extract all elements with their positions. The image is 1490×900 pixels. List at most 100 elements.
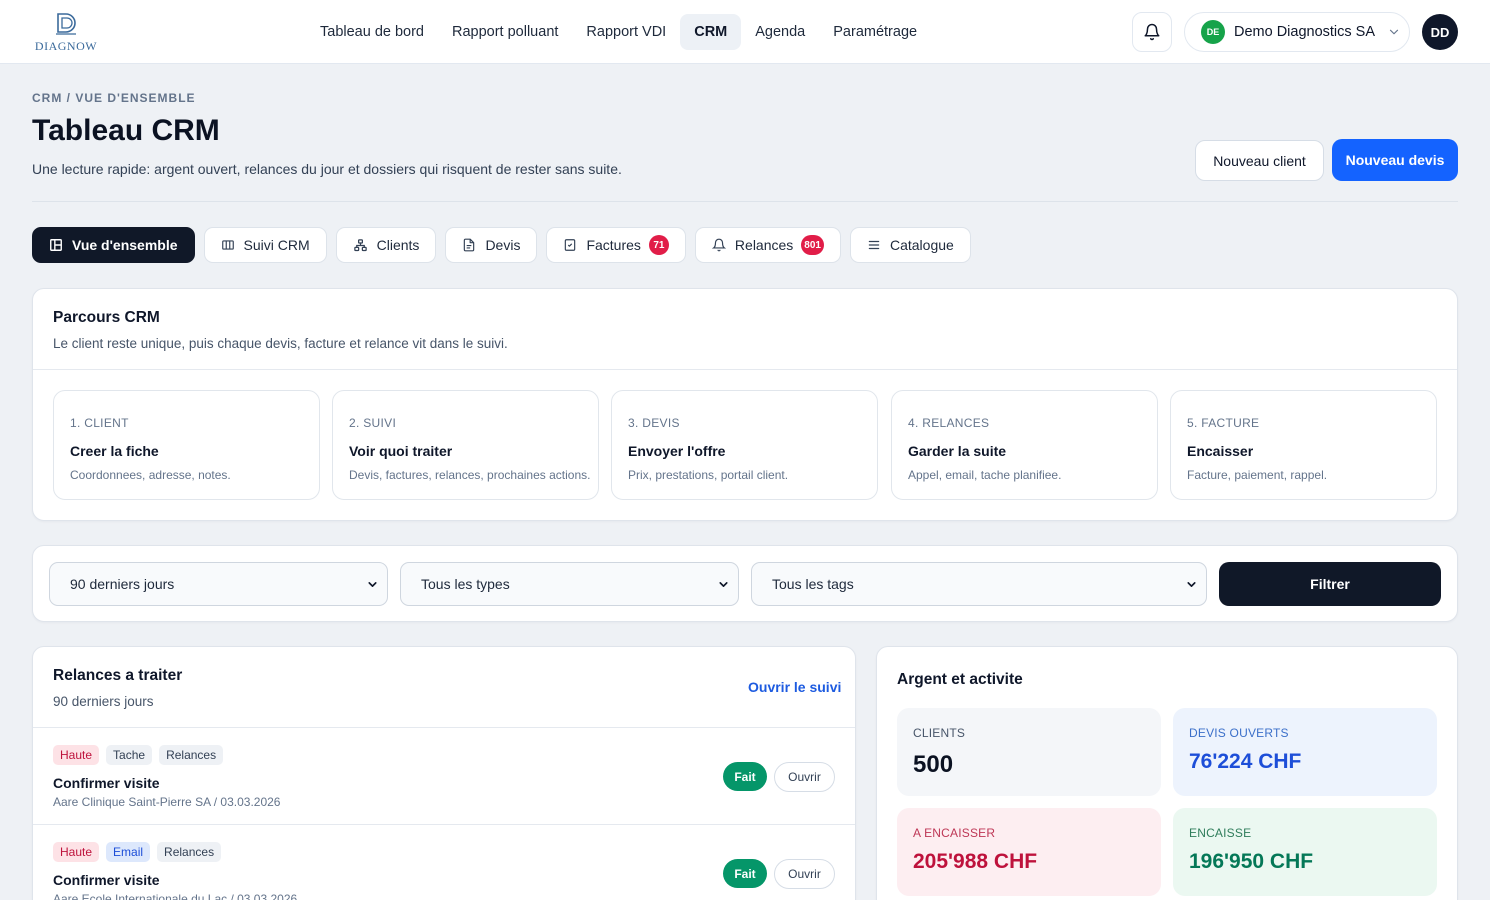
mark-done-button[interactable]: Fait [723, 762, 767, 791]
org-avatar: DE [1201, 20, 1225, 44]
relances-title: Relances a traiter [53, 667, 183, 684]
tab-relances[interactable]: Relances 801 [694, 227, 841, 263]
app-logo[interactable]: DIAGNOW [32, 10, 100, 56]
money-activity-card: Argent et activite CLIENTS 500 DEVIS OUV… [876, 646, 1458, 900]
tab-factures[interactable]: Factures 71 [546, 227, 686, 263]
category-tag: Relances [157, 842, 222, 862]
step-description: Devis, factures, relances, prochaines ac… [349, 468, 591, 482]
tab-label: Devis [485, 237, 521, 253]
period-select[interactable]: 90 derniers jours [49, 562, 388, 606]
priority-tag: Haute [53, 745, 100, 765]
step-card-suivi[interactable]: 2. SUIVI Voir quoi traiter Devis, factur… [332, 390, 599, 500]
step-number: 4. RELANCES [908, 416, 990, 430]
step-card-relances[interactable]: 4. RELANCES Garder la suite Appel, email… [891, 390, 1158, 500]
relances-subtitle: 90 derniers jours [53, 694, 154, 709]
parcours-subtitle: Le client reste unique, puis chaque devi… [53, 336, 508, 351]
top-navigation-bar: DIAGNOW Tableau de bord Rapport polluant… [0, 0, 1490, 64]
category-tag: Relances [159, 745, 224, 765]
open-relance-button[interactable]: Ouvrir [774, 859, 835, 889]
nav-item-rapport-vdi[interactable]: Rapport VDI [572, 14, 680, 50]
page-subtitle: Une lecture rapide: argent ouvert, relan… [32, 161, 622, 177]
tab-devis[interactable]: Devis [445, 227, 538, 263]
layout-icon [49, 238, 63, 252]
chevron-down-icon [366, 578, 379, 591]
step-number: 1. CLIENT [70, 416, 129, 430]
type-tag: Tache [106, 745, 153, 765]
period-select-value: 90 derniers jours [70, 576, 175, 592]
tab-catalogue[interactable]: Catalogue [849, 227, 971, 263]
stat-a-encaisser: A ENCAISSER 205'988 CHF [897, 808, 1161, 896]
bell-icon [1144, 23, 1160, 41]
tab-label: Factures [586, 237, 641, 253]
header-divider [32, 201, 1458, 202]
logo-text: DIAGNOW [34, 39, 98, 53]
step-card-devis[interactable]: 3. DEVIS Envoyer l'offre Prix, prestatio… [611, 390, 878, 500]
chevron-down-icon [717, 578, 730, 591]
new-quote-button[interactable]: Nouveau devis [1332, 139, 1458, 181]
stat-label: A ENCAISSER [913, 826, 996, 840]
open-relance-button[interactable]: Ouvrir [774, 762, 835, 792]
user-avatar[interactable]: DD [1422, 14, 1458, 50]
users-icon [353, 238, 368, 253]
crm-tabs: Vue d'ensemble Suivi CRM Clients Devis F… [32, 227, 980, 263]
tag-list: Haute Tache Relances [53, 745, 230, 765]
breadcrumb: CRM / VUE D'ENSEMBLE [32, 91, 196, 105]
step-title: Envoyer l'offre [628, 443, 726, 459]
open-suivi-link[interactable]: Ouvrir le suivi [748, 679, 841, 695]
document-icon [462, 238, 476, 252]
tab-label: Relances [734, 237, 794, 253]
relance-title: Confirmer visite [53, 872, 160, 888]
stat-encaisse: ENCAISSE 196'950 CHF [1173, 808, 1437, 896]
page-title: Tableau CRM [32, 114, 220, 147]
stat-devis-ouverts: DEVIS OUVERTS 76'224 CHF [1173, 708, 1437, 796]
step-title: Encaisser [1187, 443, 1254, 459]
filter-button[interactable]: Filtrer [1219, 562, 1441, 606]
count-badge: 71 [648, 235, 669, 255]
step-number: 3. DEVIS [628, 416, 680, 430]
tab-label: Catalogue [889, 237, 954, 253]
tab-clients[interactable]: Clients [335, 227, 437, 263]
tab-label: Clients [376, 237, 420, 253]
stat-value: 500 [913, 751, 954, 778]
organization-switcher[interactable]: DE Demo Diagnostics SA [1184, 12, 1410, 52]
nav-item-tableau-de-bord[interactable]: Tableau de bord [306, 14, 438, 50]
card-divider [33, 369, 1457, 370]
money-title: Argent et activite [897, 671, 1023, 688]
stat-label: ENCAISSE [1189, 826, 1252, 840]
count-badge: 801 [801, 235, 824, 255]
list-icon [867, 238, 881, 252]
nav-item-parametrage[interactable]: Paramétrage [819, 14, 931, 50]
nav-item-agenda[interactable]: Agenda [741, 14, 819, 50]
stat-value: 205'988 CHF [913, 850, 1038, 873]
nav-item-rapport-polluant[interactable]: Rapport polluant [438, 14, 572, 50]
tag-list: Haute Email Relances [53, 842, 228, 862]
tab-label: Suivi CRM [243, 237, 310, 253]
step-title: Creer la fiche [70, 443, 159, 459]
mark-done-button[interactable]: Fait [723, 859, 767, 888]
relance-row: Haute Tache Relances Confirmer visite Aa… [33, 728, 855, 825]
priority-tag: Haute [53, 842, 100, 862]
type-select[interactable]: Tous les types [400, 562, 739, 606]
main-nav: Tableau de bord Rapport polluant Rapport… [306, 14, 931, 50]
stat-label: CLIENTS [913, 726, 966, 740]
logo-mark-icon [56, 13, 76, 35]
relance-title: Confirmer visite [53, 775, 160, 791]
parcours-title: Parcours CRM [53, 309, 160, 326]
tab-suivi-crm[interactable]: Suivi CRM [203, 227, 327, 263]
step-description: Appel, email, tache planifiee. [908, 468, 1062, 482]
step-card-facture[interactable]: 5. FACTURE Encaisser Facture, paiement, … [1170, 390, 1437, 500]
notifications-button[interactable] [1132, 12, 1172, 52]
tags-select[interactable]: Tous les tags [751, 562, 1207, 606]
relance-meta: Aare Ecole Internationale du Lac / 03.03… [53, 892, 298, 900]
chevron-down-icon [1387, 25, 1401, 39]
bell-icon [711, 238, 726, 252]
step-title: Voir quoi traiter [349, 443, 453, 459]
stat-value: 76'224 CHF [1189, 750, 1302, 773]
step-card-client[interactable]: 1. CLIENT Creer la fiche Coordonnees, ad… [53, 390, 320, 500]
tab-vue-ensemble[interactable]: Vue d'ensemble [32, 227, 195, 263]
stat-value: 196'950 CHF [1189, 850, 1314, 873]
step-description: Coordonnees, adresse, notes. [70, 468, 231, 482]
stat-clients: CLIENTS 500 [897, 708, 1161, 796]
nav-item-crm[interactable]: CRM [680, 14, 742, 50]
new-client-button[interactable]: Nouveau client [1195, 140, 1324, 181]
